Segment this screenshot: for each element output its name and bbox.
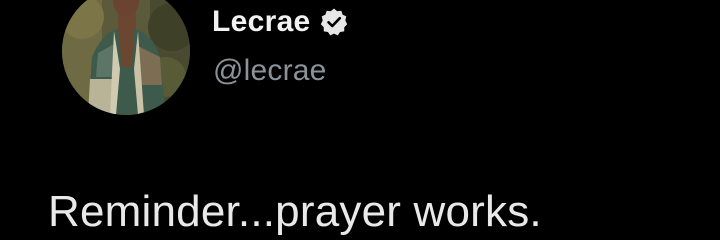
tweet-text: Reminder...prayer works. — [48, 187, 542, 236]
avatar-photo-icon — [62, 0, 190, 115]
display-name-row: Lecrae — [212, 2, 349, 42]
author-handle[interactable]: @lecrae — [213, 54, 327, 88]
display-name[interactable]: Lecrae — [212, 5, 311, 39]
tweet-card: Lecrae @lecrae Reminder...prayer works. — [0, 0, 720, 240]
author-avatar[interactable] — [62, 0, 190, 115]
verified-badge-icon — [319, 7, 349, 37]
